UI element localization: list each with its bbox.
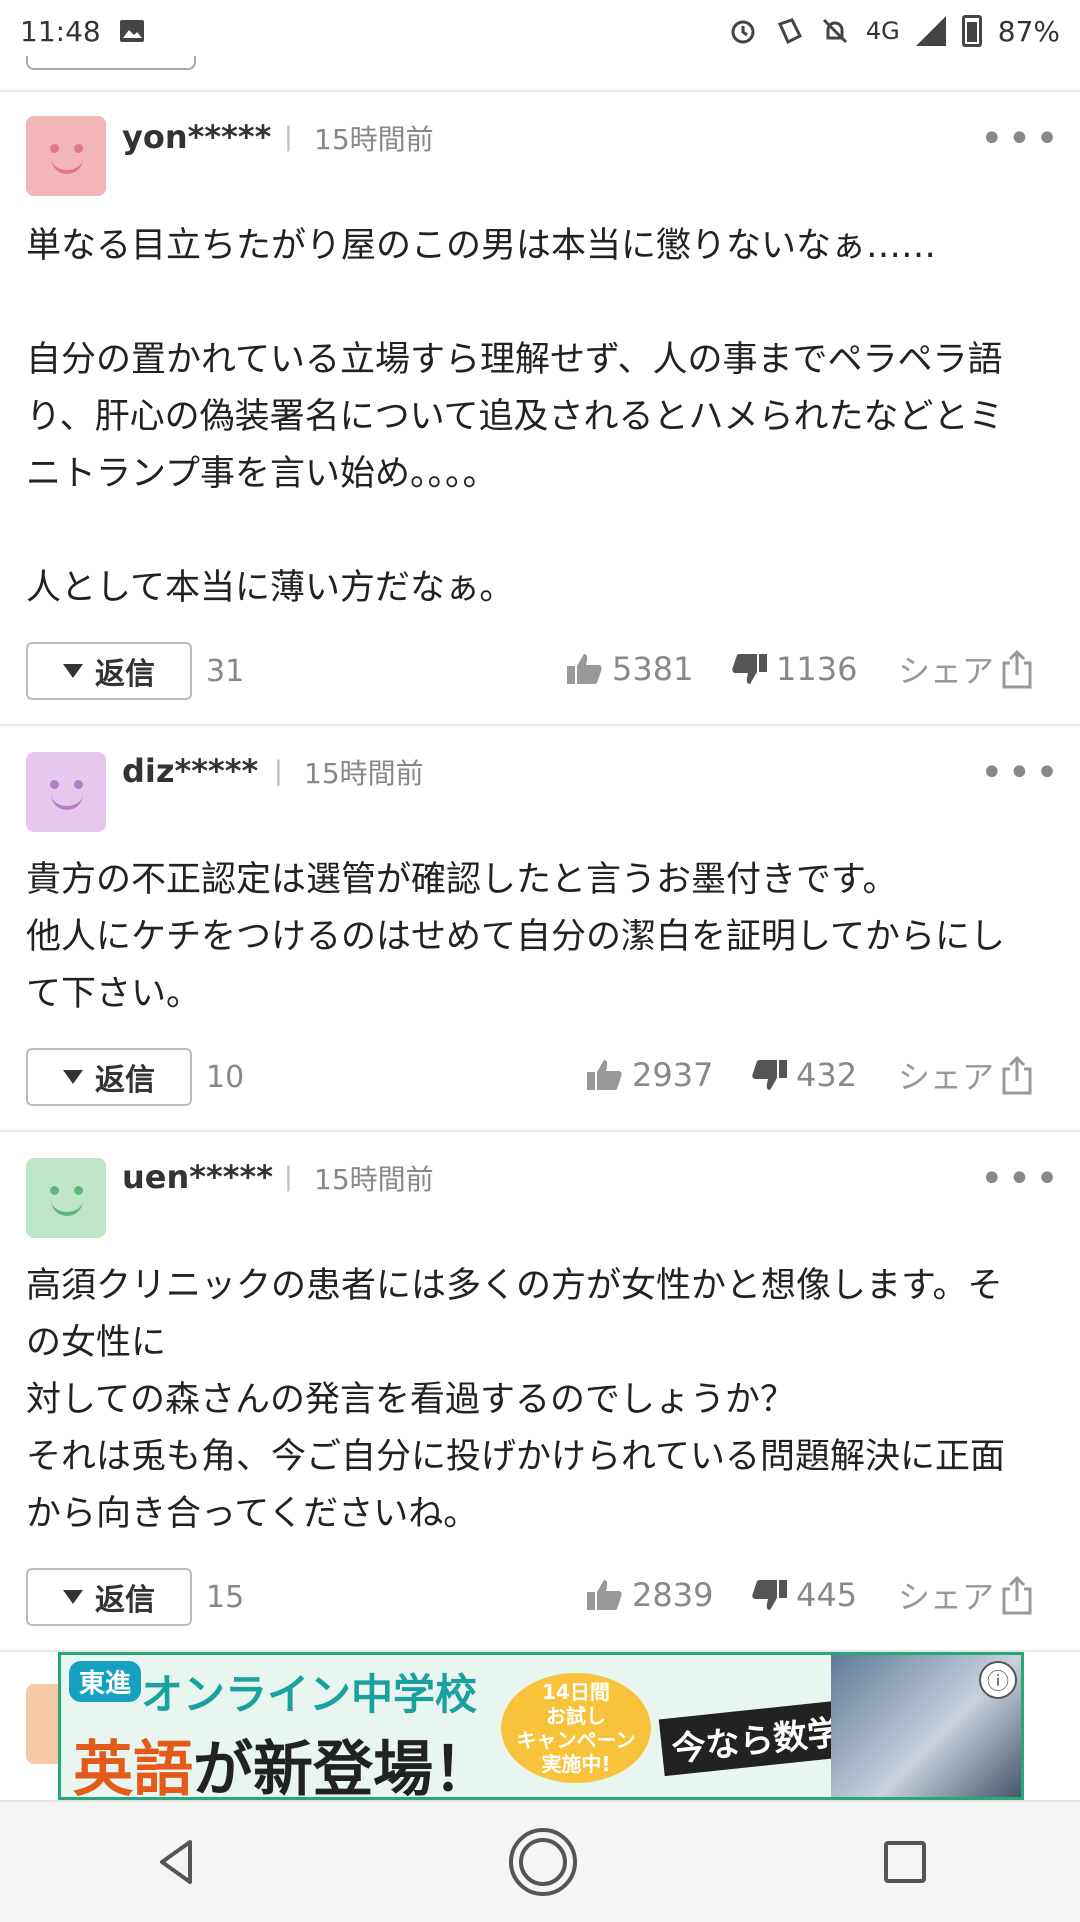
dislike-count: 445: [796, 1576, 858, 1614]
reply-button[interactable]: 返信: [26, 1568, 192, 1626]
ad-brand-badge: 東進: [69, 1661, 142, 1702]
reply-label: 返信: [95, 1583, 155, 1618]
ad-headline: オンライン中学校: [141, 1670, 478, 1719]
status-bar: 11:48 4G 87%: [0, 0, 1080, 62]
like-count: 2839: [632, 1576, 714, 1614]
dislike-count: 432: [796, 1056, 858, 1094]
reply-count: 10: [206, 1060, 245, 1095]
share-button[interactable]: シェア: [898, 1572, 1034, 1618]
share-icon: [1002, 649, 1032, 689]
divider: [0, 1130, 1080, 1132]
reply-count: 31: [206, 654, 245, 689]
more-options-icon[interactable]: •••: [980, 1156, 1063, 1202]
share-button[interactable]: シェア: [898, 1052, 1034, 1098]
thumbs-down-icon: [752, 1060, 787, 1090]
divider: [0, 724, 1080, 726]
ad-info-icon[interactable]: ⓘ: [979, 1661, 1017, 1699]
ad-subheadline-rest: が新登場！: [193, 1735, 493, 1800]
like-button[interactable]: 2937: [586, 1056, 713, 1094]
thumbs-down-icon: [752, 1580, 787, 1610]
thumbs-up-icon: [587, 1580, 622, 1610]
ad-highlight: 英語: [73, 1735, 193, 1800]
like-button[interactable]: 2839: [586, 1576, 713, 1614]
ad-subheadline: 英語が新登場！: [73, 1721, 493, 1800]
avatar[interactable]: [26, 1158, 106, 1238]
nfc-icon: [777, 18, 802, 45]
home-icon[interactable]: [505, 1824, 581, 1900]
avatar[interactable]: [26, 116, 106, 196]
comment-text: 高須クリニックの患者には多くの方が女性かと想像します。その女性に 対しての森さん…: [26, 1266, 1005, 1534]
ad-banner[interactable]: 東進 オンライン中学校 英語が新登場！ 14日間 お試し キャンペーン 実施中!…: [58, 1652, 1024, 1800]
battery-percent: 87%: [997, 14, 1060, 48]
thumbs-up-icon: [567, 654, 602, 684]
dislike-button[interactable]: 445: [750, 1576, 857, 1614]
caret-down-icon: [63, 664, 83, 678]
share-label: シェア: [898, 1578, 995, 1616]
back-icon[interactable]: [150, 1834, 206, 1890]
separator: |: [284, 122, 293, 152]
thumbs-up-icon: [587, 1060, 622, 1090]
separator: |: [274, 756, 283, 786]
share-icon: [1002, 1055, 1032, 1095]
comment-time: 15時間前: [314, 123, 434, 156]
share-icon: [1002, 1575, 1032, 1615]
comment-time: 15時間前: [314, 1163, 434, 1196]
recents-icon[interactable]: [880, 1837, 930, 1887]
battery-icon: [961, 15, 982, 47]
reply-count: 15: [206, 1580, 245, 1615]
avatar[interactable]: [26, 752, 106, 832]
dislike-count: 1136: [776, 650, 858, 688]
reply-button[interactable]: 返信: [26, 642, 192, 700]
system-nav-bar: [0, 1800, 1080, 1922]
share-label: シェア: [898, 652, 995, 690]
status-time: 11:48: [20, 14, 101, 48]
comment-time: 15時間前: [304, 757, 424, 790]
more-options-icon[interactable]: •••: [980, 750, 1063, 796]
reply-label: 返信: [95, 657, 155, 692]
comment-text: 単なる目立ちたがり屋のこの男は本当に懲りないなぁ…… 自分の置かれている立場すら…: [26, 226, 1004, 608]
like-count: 5381: [612, 650, 694, 688]
dislike-button[interactable]: 1136: [730, 650, 857, 688]
comment-text: 貴方の不正認定は選管が確認したと言うお墨付きです。 他人にケチをつけるのはせめて…: [26, 860, 1005, 1014]
alarm-icon: [731, 20, 755, 44]
image-notification-icon: [119, 20, 144, 42]
like-button[interactable]: 5381: [566, 650, 693, 688]
network-type: 4G: [865, 17, 900, 45]
caret-down-icon: [63, 1590, 83, 1604]
more-options-icon[interactable]: •••: [980, 116, 1063, 162]
reply-button[interactable]: 返信: [26, 1048, 192, 1106]
like-count: 2937: [632, 1056, 714, 1094]
comment-username[interactable]: yon*****: [122, 118, 271, 156]
share-button[interactable]: シェア: [898, 646, 1034, 692]
mute-bell-icon: [822, 18, 847, 44]
signal-icon: [915, 16, 946, 46]
caret-down-icon: [63, 1070, 83, 1084]
comment-username[interactable]: diz*****: [122, 752, 258, 790]
share-label: シェア: [898, 1058, 995, 1096]
previous-reply-button-edge[interactable]: [26, 56, 196, 70]
comment-username[interactable]: uen*****: [122, 1158, 273, 1196]
thumbs-down-icon: [732, 654, 767, 684]
reply-label: 返信: [95, 1063, 155, 1098]
divider: [0, 90, 1080, 92]
ad-campaign-bubble: 14日間 お試し キャンペーン 実施中!: [501, 1673, 651, 1783]
separator: |: [284, 1162, 293, 1192]
dislike-button[interactable]: 432: [750, 1056, 857, 1094]
